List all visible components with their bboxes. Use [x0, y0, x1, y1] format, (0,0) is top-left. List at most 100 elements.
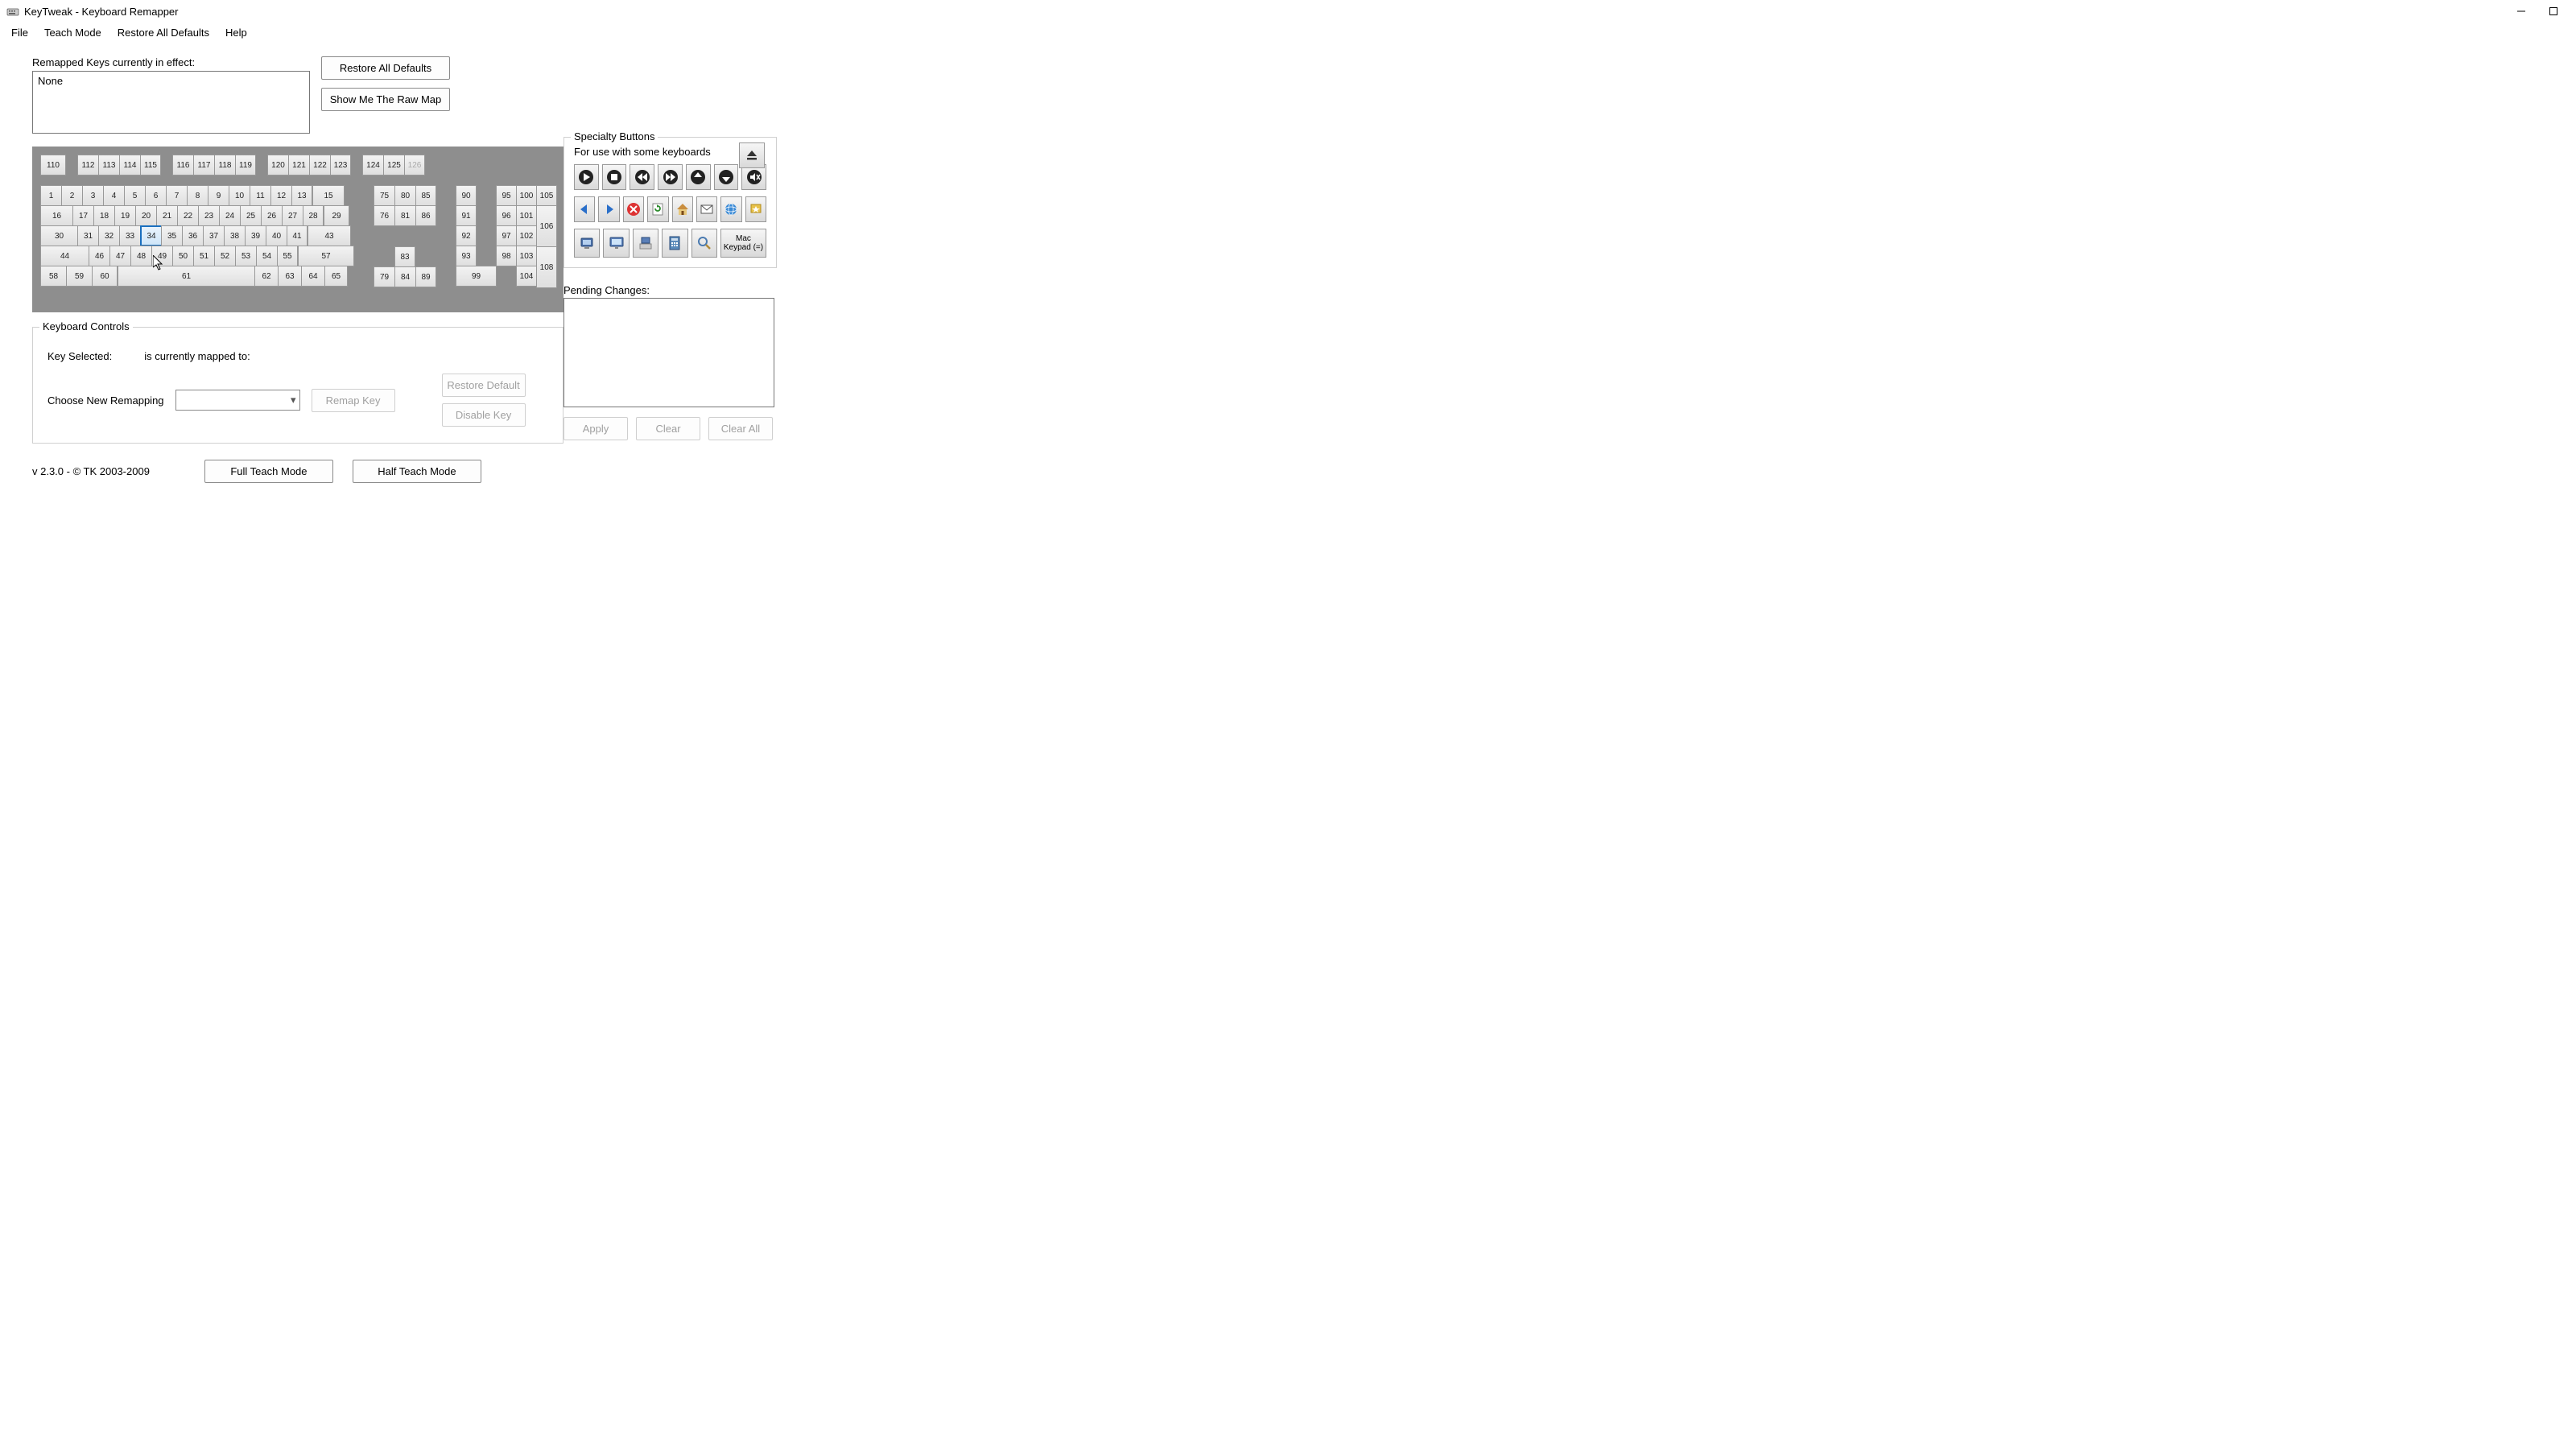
remap-key-button[interactable]: Remap Key [312, 389, 395, 412]
key-47[interactable]: 47 [109, 246, 130, 266]
key-12[interactable]: 12 [270, 185, 291, 206]
volume-down-icon[interactable] [686, 164, 711, 190]
key-75[interactable]: 75 [374, 185, 394, 206]
key-32[interactable]: 32 [98, 225, 119, 246]
key-101[interactable]: 101 [516, 205, 537, 226]
key-80[interactable]: 80 [394, 185, 415, 206]
key-13[interactable]: 13 [291, 185, 312, 206]
key-105[interactable]: 105 [536, 185, 557, 206]
key-26[interactable]: 26 [261, 205, 282, 226]
monitor-icon[interactable] [603, 229, 629, 258]
key-21[interactable]: 21 [156, 205, 177, 226]
key-49[interactable]: 49 [151, 246, 172, 266]
key-7[interactable]: 7 [166, 185, 187, 206]
key-41[interactable]: 41 [287, 225, 308, 246]
key-104[interactable]: 104 [516, 266, 537, 287]
key-36[interactable]: 36 [182, 225, 203, 246]
key-99[interactable]: 99 [456, 266, 497, 287]
my-computer-icon[interactable] [574, 229, 600, 258]
key-95[interactable]: 95 [496, 185, 517, 206]
key-117[interactable]: 117 [193, 155, 214, 175]
key-9[interactable]: 9 [208, 185, 229, 206]
key-50[interactable]: 50 [172, 246, 193, 266]
key-enter[interactable]: 43 [308, 225, 351, 246]
key-esc[interactable]: 110 [40, 155, 66, 175]
key-115[interactable]: 115 [140, 155, 161, 175]
globe-icon[interactable] [720, 196, 741, 222]
key-103[interactable]: 103 [516, 246, 537, 266]
maximize-button[interactable] [2537, 0, 2570, 23]
key-23[interactable]: 23 [198, 205, 219, 226]
key-108[interactable]: 108 [536, 246, 557, 288]
key-52[interactable]: 52 [214, 246, 235, 266]
favorites-icon[interactable] [745, 196, 766, 222]
computer-icon[interactable] [633, 229, 658, 258]
key-37[interactable]: 37 [203, 225, 224, 246]
search-icon[interactable] [691, 229, 717, 258]
play-icon[interactable] [574, 164, 599, 190]
key-106[interactable]: 106 [536, 205, 557, 247]
key-up[interactable]: 83 [394, 246, 415, 267]
key-34[interactable]: 34 [140, 225, 161, 246]
key-backslash[interactable]: 29 [324, 205, 349, 226]
key-91[interactable]: 91 [456, 205, 477, 226]
key-93[interactable]: 93 [456, 246, 477, 266]
key-27[interactable]: 27 [282, 205, 303, 226]
fast-forward-icon[interactable] [658, 164, 683, 190]
key-38[interactable]: 38 [224, 225, 245, 246]
key-90[interactable]: 90 [456, 185, 477, 206]
key-79[interactable]: 79 [374, 266, 394, 287]
key-40[interactable]: 40 [266, 225, 287, 246]
key-98[interactable]: 98 [496, 246, 517, 266]
forward-icon[interactable] [598, 196, 619, 222]
clear-all-button[interactable]: Clear All [708, 417, 773, 440]
key-4[interactable]: 4 [103, 185, 124, 206]
key-20[interactable]: 20 [135, 205, 156, 226]
key-65[interactable]: 65 [324, 266, 348, 287]
menu-teach-mode[interactable]: Teach Mode [36, 24, 109, 41]
key-92[interactable]: 92 [456, 225, 477, 246]
key-58[interactable]: 58 [40, 266, 66, 287]
eject-icon[interactable] [739, 142, 765, 168]
key-25[interactable]: 25 [240, 205, 261, 226]
key-121[interactable]: 121 [288, 155, 309, 175]
remapping-combobox[interactable]: ▾ [175, 390, 300, 411]
key-2[interactable]: 2 [61, 185, 82, 206]
home-icon[interactable] [672, 196, 693, 222]
apply-button[interactable]: Apply [564, 417, 628, 440]
key-48[interactable]: 48 [130, 246, 151, 266]
menu-file[interactable]: File [3, 24, 36, 41]
key-114[interactable]: 114 [119, 155, 140, 175]
disable-key-button[interactable]: Disable Key [442, 403, 526, 427]
volume-up-icon[interactable] [714, 164, 739, 190]
half-teach-mode-button[interactable]: Half Teach Mode [353, 460, 481, 483]
show-raw-map-button[interactable]: Show Me The Raw Map [321, 88, 450, 111]
key-53[interactable]: 53 [235, 246, 256, 266]
key-3[interactable]: 3 [82, 185, 103, 206]
key-97[interactable]: 97 [496, 225, 517, 246]
key-39[interactable]: 39 [245, 225, 266, 246]
key-100[interactable]: 100 [516, 185, 537, 206]
key-10[interactable]: 10 [229, 185, 250, 206]
key-22[interactable]: 22 [177, 205, 198, 226]
key-35[interactable]: 35 [161, 225, 182, 246]
key-46[interactable]: 46 [89, 246, 109, 266]
key-33[interactable]: 33 [119, 225, 140, 246]
mail-icon[interactable] [696, 196, 717, 222]
menu-help[interactable]: Help [217, 24, 255, 41]
key-31[interactable]: 31 [77, 225, 98, 246]
key-123[interactable]: 123 [330, 155, 351, 175]
mac-keypad-button[interactable]: MacKeypad (=) [720, 229, 766, 258]
key-113[interactable]: 113 [98, 155, 119, 175]
key-126[interactable]: 126 [404, 155, 425, 175]
key-17[interactable]: 17 [72, 205, 93, 226]
key-space[interactable]: 61 [118, 266, 254, 287]
key-8[interactable]: 8 [187, 185, 208, 206]
key-119[interactable]: 119 [235, 155, 256, 175]
key-118[interactable]: 118 [214, 155, 235, 175]
key-55[interactable]: 55 [277, 246, 298, 266]
restore-default-button[interactable]: Restore Default [442, 374, 526, 397]
key-64[interactable]: 64 [301, 266, 324, 287]
key-54[interactable]: 54 [256, 246, 277, 266]
key-rshift[interactable]: 57 [298, 246, 354, 266]
